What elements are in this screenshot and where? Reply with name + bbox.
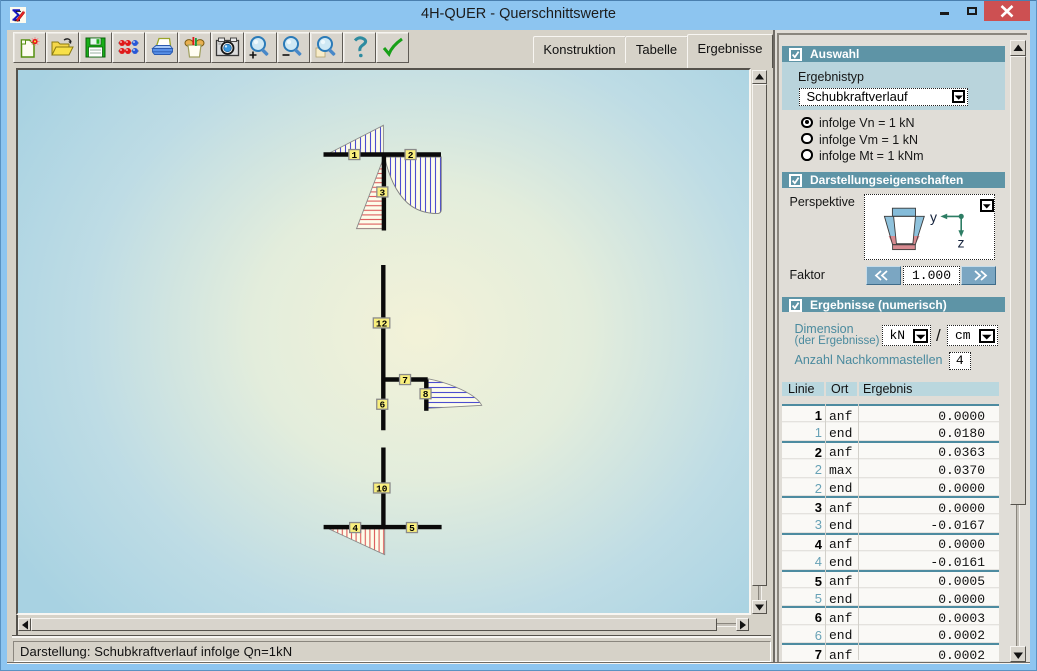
svg-text:6: 6 bbox=[379, 400, 385, 411]
svg-text:y: y bbox=[930, 209, 937, 225]
svg-text:7: 7 bbox=[402, 375, 408, 386]
svg-text:5: 5 bbox=[409, 523, 415, 534]
svg-text:10: 10 bbox=[376, 483, 388, 494]
svg-text:12: 12 bbox=[376, 318, 388, 329]
svg-text:z: z bbox=[958, 235, 965, 251]
svg-text:4: 4 bbox=[352, 523, 358, 534]
svg-text:2: 2 bbox=[408, 150, 414, 161]
svg-text:3: 3 bbox=[380, 187, 386, 198]
svg-text:8: 8 bbox=[423, 389, 429, 400]
svg-text:1: 1 bbox=[352, 150, 358, 161]
